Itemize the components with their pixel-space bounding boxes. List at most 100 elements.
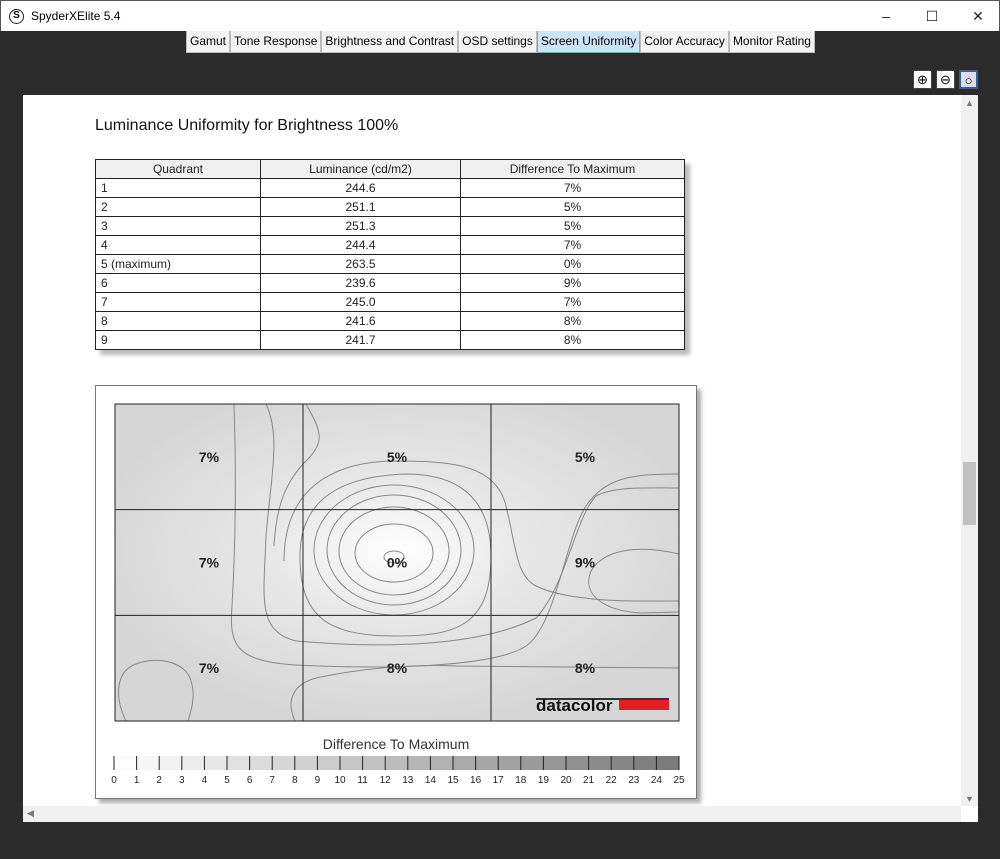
luminance-table: Quadrant Luminance (cd/m2) Difference To M… <box>95 159 685 350</box>
scroll-up-icon[interactable]: ▲ <box>965 98 974 108</box>
quadrant-cell: 7 <box>95 292 261 312</box>
legend-tick-label: 5 <box>224 775 230 786</box>
zoom-fit-icon[interactable]: ○ <box>959 70 978 89</box>
table-row: 2 251.1 5% <box>95 197 685 217</box>
legend-tick-label: 9 <box>315 775 321 786</box>
quadrant-cell: 5 (maximum) <box>95 254 261 274</box>
legend-swatch <box>407 756 431 770</box>
maximize-button[interactable]: ☐ <box>909 1 955 32</box>
legend-tick-label: 21 <box>583 775 595 786</box>
uniformity-chart: 7% 5% 5% 7% 0% 9% 7% 8% 8% datacolor 01234567891… <box>95 385 697 799</box>
quadrant-label: 7% <box>199 555 220 571</box>
legend-tick-label: 22 <box>606 775 618 786</box>
tab-gamut[interactable]: Gamut <box>186 31 231 53</box>
logo-red-bar <box>619 700 669 710</box>
quadrant-cell: 4 <box>95 235 261 255</box>
difference-cell: 5% <box>460 216 685 236</box>
legend-tick-label: 12 <box>380 775 392 786</box>
luminance-cell: 241.7 <box>260 330 461 350</box>
legend-tick-label: 8 <box>292 775 298 786</box>
legend-swatch <box>159 756 182 770</box>
legend-tick-label: 19 <box>538 775 550 786</box>
luminance-cell: 241.6 <box>260 311 461 331</box>
tab-color-accuracy[interactable]: Color Accuracy <box>640 31 729 53</box>
legend-tick-label: 3 <box>179 775 185 786</box>
quadrant-label: 7% <box>199 660 220 676</box>
scroll-down-icon[interactable]: ▼ <box>965 794 974 804</box>
luminance-cell: 244.6 <box>260 178 461 198</box>
legend-swatch <box>633 756 657 770</box>
legend-swatch <box>181 756 205 770</box>
quadrant-label: 5% <box>575 449 596 465</box>
close-button[interactable]: ✕ <box>955 1 1000 32</box>
luminance-cell: 239.6 <box>260 273 461 293</box>
legend-tick-label: 18 <box>515 775 527 786</box>
table-row: 1 244.6 7% <box>95 178 685 198</box>
tab-tone-response[interactable]: Tone Response <box>230 31 322 53</box>
vertical-scroll-thumb[interactable] <box>963 462 976 525</box>
luminance-cell: 263.5 <box>260 254 461 274</box>
tab-monitor-rating[interactable]: Monitor Rating <box>728 31 815 53</box>
zoom-out-icon[interactable]: ⊖ <box>936 70 955 89</box>
legend-swatch <box>543 756 566 770</box>
difference-cell: 7% <box>460 292 685 312</box>
window-title: SpyderXElite 5.4 <box>31 9 121 23</box>
legend-tick-label: 13 <box>402 775 414 786</box>
quadrant-label: 0% <box>387 555 408 571</box>
legend-swatch <box>362 756 386 770</box>
quadrant-label: 8% <box>575 660 596 676</box>
table-row: 6 239.6 9% <box>95 273 685 293</box>
report-panel: Luminance Uniformity for Brightness 100%… <box>23 95 978 822</box>
legend-swatch <box>294 756 318 770</box>
legend-swatch <box>611 756 634 770</box>
tab-screen-uniformity[interactable]: Screen Uniformity <box>536 31 641 53</box>
column-header: Luminance (cd/m2) <box>260 159 461 179</box>
legend-swatch <box>520 756 544 770</box>
scroll-left-icon[interactable]: ◀ <box>27 808 34 819</box>
legend-swatch <box>340 756 363 770</box>
legend-tick-label: 16 <box>470 775 482 786</box>
legend-title: Difference To Maximum <box>322 736 470 752</box>
legend-swatch <box>588 756 612 770</box>
page-title: Luminance Uniformity for Brightness 100% <box>95 117 399 134</box>
difference-cell: 0% <box>460 254 685 274</box>
legend-swatch <box>249 756 273 770</box>
quadrant-cell: 1 <box>95 178 261 198</box>
tab-brightness-and-contrast[interactable]: Brightness and Contrast <box>321 31 459 53</box>
legend-tick-label: 25 <box>673 775 685 786</box>
difference-cell: 5% <box>460 197 685 217</box>
table-row: 4 244.4 7% <box>95 235 685 255</box>
minimize-button[interactable]: – <box>863 1 909 32</box>
table-row: 5 (maximum) 263.5 0% <box>95 254 685 274</box>
legend-tick-label: 2 <box>156 775 162 786</box>
legend-swatch <box>385 756 408 770</box>
quadrant-cell: 8 <box>95 311 261 331</box>
legend-swatch <box>453 756 476 770</box>
legend-tick-label: 20 <box>560 775 572 786</box>
legend-tick-label: 23 <box>628 775 640 786</box>
legend-tick-label: 10 <box>334 775 346 786</box>
legend-swatch <box>227 756 250 770</box>
tab-osd-settings[interactable]: OSD settings <box>458 31 537 53</box>
legend-swatch <box>430 756 453 770</box>
quadrant-cell: 2 <box>95 197 261 217</box>
table-row: 3 251.3 5% <box>95 216 685 236</box>
legend-tick-label: 14 <box>425 775 437 786</box>
column-header: Difference To Maximum <box>460 159 685 179</box>
table-row: 7 245.0 7% <box>95 292 685 312</box>
legend-swatch <box>136 756 160 770</box>
legend-tick-label: 0 <box>111 775 117 786</box>
horizontal-scrollbar[interactable]: ◀ <box>23 806 961 822</box>
tab-bar: Gamut Tone Response Brightness and Contras… <box>186 31 815 53</box>
legend-tick-label: 24 <box>651 775 663 786</box>
zoom-in-icon[interactable]: ⊕ <box>913 70 932 89</box>
difference-cell: 7% <box>460 178 685 198</box>
vertical-scrollbar[interactable]: ▲ ▼ <box>961 95 978 806</box>
difference-cell: 7% <box>460 235 685 255</box>
legend-tick-label: 1 <box>134 775 140 786</box>
legend-swatch <box>317 756 340 770</box>
legend-tick-label: 4 <box>202 775 208 786</box>
datacolor-logo: datacolor <box>536 696 613 715</box>
legend-swatch <box>204 756 227 770</box>
luminance-cell: 244.4 <box>260 235 461 255</box>
